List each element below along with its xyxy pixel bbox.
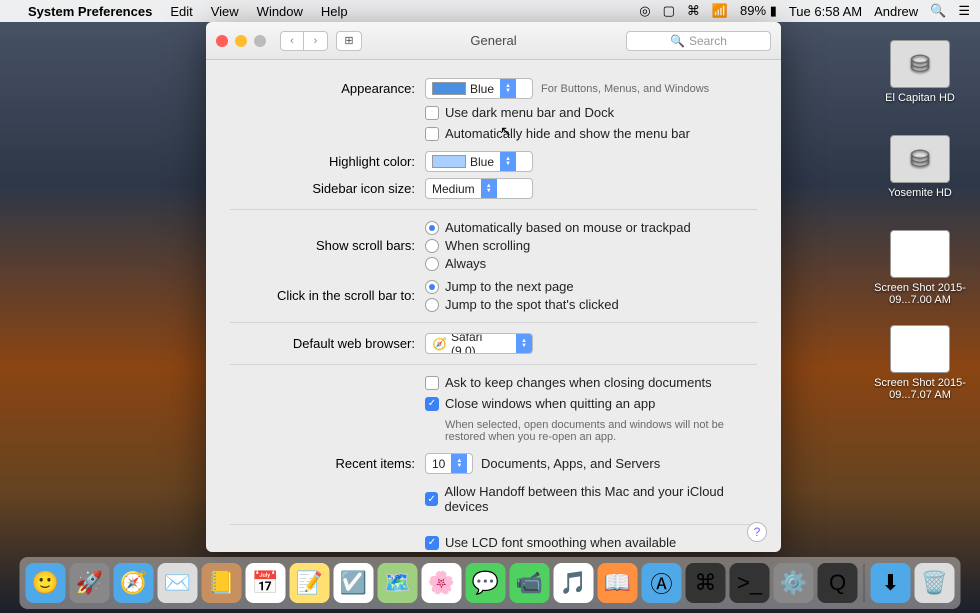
titlebar: ‹ › ⊞ General 🔍 Search [206, 22, 781, 60]
dock-maps[interactable]: 🗺️ [378, 563, 418, 603]
sidebar-size-label: Sidebar icon size: [230, 181, 425, 196]
sync-icon[interactable]: ◎ [639, 3, 650, 19]
app-menu[interactable]: System Preferences [28, 4, 152, 19]
preferences-window: ‹ › ⊞ General 🔍 Search Appearance: Blue … [206, 22, 781, 552]
dock-terminal[interactable]: ⌘ [686, 563, 726, 603]
back-button[interactable]: ‹ [280, 31, 304, 51]
safari-icon: 🧭 [432, 337, 447, 351]
dock-quicktime[interactable]: Q [818, 563, 858, 603]
dock-terminal2[interactable]: >_ [730, 563, 770, 603]
recent-label: Recent items: [230, 456, 425, 471]
airplay-icon[interactable]: ▢ [663, 3, 675, 19]
chevron-updown-icon: ▲▼ [500, 79, 516, 98]
dock-calendar[interactable]: 📅 [246, 563, 286, 603]
dock-photos[interactable]: 🌸 [422, 563, 462, 603]
close-windows-hint: When selected, open documents and window… [445, 419, 757, 443]
scrollbars-always-radio[interactable]: Always [425, 256, 486, 271]
handoff-checkbox[interactable]: ✓Allow Handoff between this Mac and your… [425, 484, 757, 514]
user-menu[interactable]: Andrew [874, 4, 918, 19]
lcd-smoothing-checkbox[interactable]: ✓Use LCD font smoothing when available [425, 535, 676, 550]
dock-contacts[interactable]: 📒 [202, 563, 242, 603]
spotlight-icon[interactable]: 🔍 [930, 3, 946, 19]
clickbar-nextpage-radio[interactable]: Jump to the next page [425, 279, 574, 294]
dock-appstore[interactable]: Ⓐ [642, 563, 682, 603]
dock-ibooks[interactable]: 📖 [598, 563, 638, 603]
scrollbars-label: Show scroll bars: [230, 238, 425, 253]
recent-select[interactable]: 10▲▼ [425, 453, 473, 474]
appearance-select[interactable]: Blue ▲▼ [425, 78, 533, 99]
scrollbars-scrolling-radio[interactable]: When scrolling [425, 238, 530, 253]
clickbar-label: Click in the scroll bar to: [230, 288, 425, 303]
bluetooth-icon[interactable]: ⌘ [687, 3, 700, 19]
minimize-button[interactable] [235, 35, 247, 47]
dock-notes[interactable]: 📝 [290, 563, 330, 603]
dock-separator [864, 564, 865, 602]
window-menu[interactable]: Window [257, 4, 303, 19]
clickbar-spot-radio[interactable]: Jump to the spot that's clicked [425, 297, 619, 312]
help-menu[interactable]: Help [321, 4, 348, 19]
search-input[interactable]: 🔍 Search [626, 31, 771, 51]
dock-downloads[interactable]: ⬇ [871, 563, 911, 603]
desktop-icon-elcapitan[interactable]: ⛁El Capitan HD [880, 40, 960, 104]
desktop-icon-screenshot1[interactable]: Screen Shot 2015-09...7.00 AM [870, 230, 970, 306]
scrollbars-auto-radio[interactable]: Automatically based on mouse or trackpad [425, 220, 691, 235]
dark-menubar-checkbox[interactable]: Use dark menu bar and Dock [425, 105, 614, 120]
dock-messages[interactable]: 💬 [466, 563, 506, 603]
forward-button[interactable]: › [304, 31, 328, 51]
browser-label: Default web browser: [230, 336, 425, 351]
close-button[interactable] [216, 35, 228, 47]
dock-mail[interactable]: ✉️ [158, 563, 198, 603]
desktop-icon-screenshot2[interactable]: Screen Shot 2015-09...7.07 AM [870, 325, 970, 401]
recent-hint: Documents, Apps, and Servers [481, 456, 660, 471]
dock-finder[interactable]: 🙂 [26, 563, 66, 603]
clock[interactable]: Tue 6:58 AM [789, 4, 862, 19]
highlight-label: Highlight color: [230, 154, 425, 169]
help-button[interactable]: ? [747, 522, 767, 542]
dock: 🙂🚀🧭✉️📒📅📝☑️🗺️🌸💬📹🎵📖Ⓐ⌘>_⚙️Q ⬇🗑️ [20, 557, 961, 609]
ask-changes-checkbox[interactable]: Ask to keep changes when closing documen… [425, 375, 712, 390]
search-icon: 🔍 [670, 34, 685, 48]
wifi-icon[interactable]: 📶 [712, 3, 728, 19]
notification-center-icon[interactable]: ☰ [958, 3, 970, 19]
dock-safari[interactable]: 🧭 [114, 563, 154, 603]
appearance-label: Appearance: [230, 81, 425, 96]
dock-itunes[interactable]: 🎵 [554, 563, 594, 603]
browser-select[interactable]: 🧭Safari (9.0) ▲▼ [425, 333, 533, 354]
appearance-hint: For Buttons, Menus, and Windows [541, 83, 709, 95]
close-windows-checkbox[interactable]: ✓Close windows when quitting an app [425, 396, 655, 411]
dock-facetime[interactable]: 📹 [510, 563, 550, 603]
dock-trash[interactable]: 🗑️ [915, 563, 955, 603]
show-all-button[interactable]: ⊞ [336, 31, 362, 51]
zoom-button[interactable] [254, 35, 266, 47]
highlight-select[interactable]: Blue ▲▼ [425, 151, 533, 172]
view-menu[interactable]: View [211, 4, 239, 19]
autohide-menubar-checkbox[interactable]: Automatically hide and show the menu bar [425, 126, 690, 141]
battery-status[interactable]: 89% ▮ [740, 3, 777, 19]
edit-menu[interactable]: Edit [170, 4, 192, 19]
dock-reminders[interactable]: ☑️ [334, 563, 374, 603]
sidebar-size-select[interactable]: Medium▲▼ [425, 178, 533, 199]
menubar: System Preferences Edit View Window Help… [0, 0, 980, 22]
dock-preferences[interactable]: ⚙️ [774, 563, 814, 603]
dock-launchpad[interactable]: 🚀 [70, 563, 110, 603]
desktop-icon-yosemite[interactable]: ⛁Yosemite HD [880, 135, 960, 199]
